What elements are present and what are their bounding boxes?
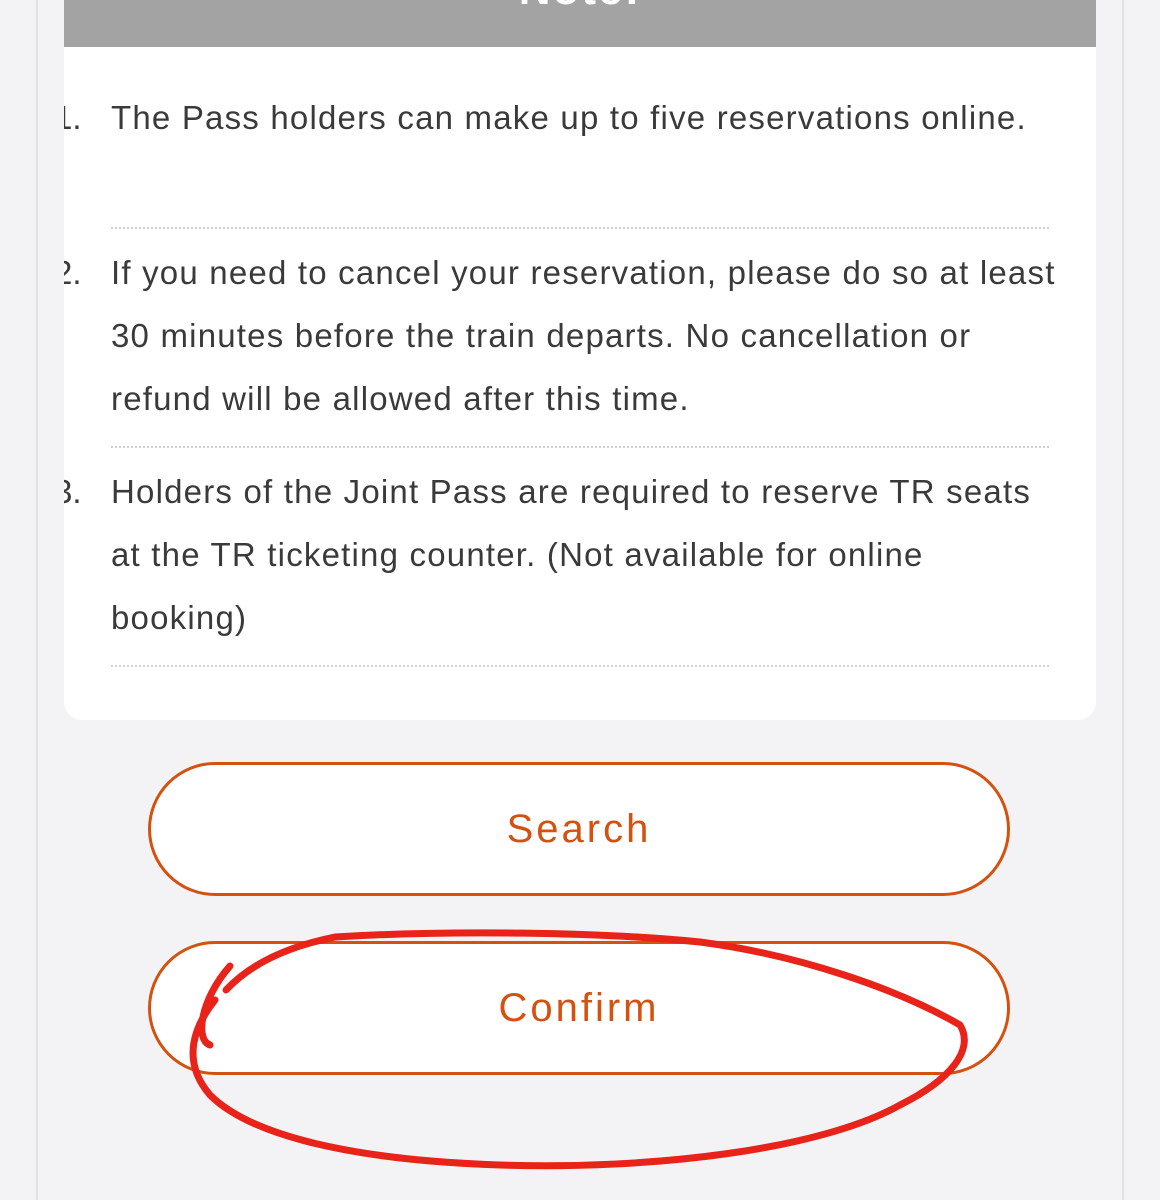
note-card: Note: 1. The Pass holders can make up to…: [64, 0, 1096, 720]
frame-border-right: [1122, 0, 1124, 1200]
note-divider: [111, 446, 1049, 448]
note-number: 2.: [64, 254, 82, 291]
note-number: 3.: [64, 473, 82, 510]
confirm-button[interactable]: Confirm: [148, 941, 1010, 1075]
note-text: The Pass holders can make up to five res…: [111, 99, 1027, 136]
note-divider: [111, 227, 1049, 229]
search-button[interactable]: Search: [148, 762, 1010, 896]
note-title: Note:: [64, 0, 1096, 18]
note-header: Note:: [64, 0, 1096, 47]
note-text: Holders of the Joint Pass are required t…: [111, 473, 1032, 636]
note-divider: [111, 665, 1049, 667]
frame-border-left: [36, 0, 38, 1200]
note-number: 1.: [64, 99, 82, 136]
note-text: If you need to cancel your reservation, …: [111, 254, 1056, 417]
